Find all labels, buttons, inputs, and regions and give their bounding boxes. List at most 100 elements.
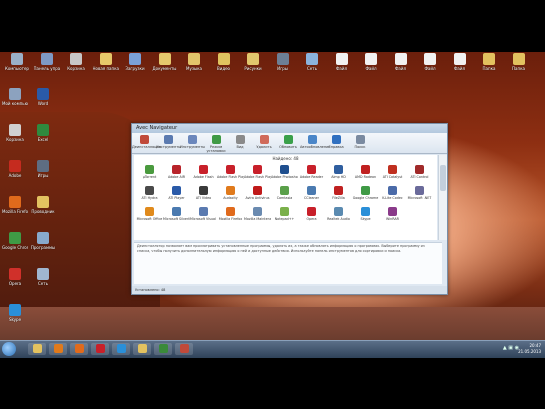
program-label: ATI Player [168, 196, 185, 200]
desktop-icon[interactable]: Мой компьютер [2, 88, 28, 106]
program-item[interactable]: ATI Hydra [136, 184, 163, 205]
program-item[interactable]: Adobe Photoshop [271, 163, 298, 184]
desktop-icon[interactable]: Корзина [63, 53, 89, 71]
taskbar-explorer-button[interactable] [28, 343, 46, 355]
toolbar-button[interactable]: Инструменты [180, 133, 205, 153]
program-label: Microsoft Silverlight [163, 217, 190, 221]
program-item[interactable]: Microsoft .NET [406, 184, 433, 205]
program-item[interactable]: Adobe Flash Player [217, 163, 244, 184]
program-item[interactable]: Adobe Reader [298, 163, 325, 184]
program-item[interactable]: Notepad++ [271, 205, 298, 226]
desktop-icon[interactable]: Документы [152, 53, 178, 71]
program-item[interactable]: CCleaner [298, 184, 325, 205]
toolbar-icon [259, 135, 269, 144]
program-item[interactable]: Microsoft Visual C++ [190, 205, 217, 226]
taskbar-opera-button[interactable] [91, 343, 109, 355]
desktop-icon[interactable]: Видео [211, 53, 237, 71]
desktop-icon[interactable]: Компьютер [4, 53, 30, 71]
toolbar-button[interactable]: Обновить [276, 133, 300, 153]
program-item[interactable]: Google Chrome [352, 184, 379, 205]
uninstaller-window[interactable]: Avec Navigateur Деинсталляция Инструменты… [131, 123, 448, 295]
desktop-icon-label: Файл [394, 66, 407, 71]
desktop-icon[interactable]: Файл [358, 53, 384, 71]
program-item[interactable]: ATI Player [163, 184, 190, 205]
taskbar-media-player-button[interactable] [49, 343, 67, 355]
desktop-icon[interactable]: Файл [447, 53, 473, 71]
taskbar-terminal-button[interactable] [154, 343, 172, 355]
program-item[interactable]: ATI Catalyst [379, 163, 406, 184]
taskbar-uninstaller-button[interactable] [175, 343, 193, 355]
desktop-icon[interactable]: Рисунки [240, 53, 266, 71]
program-item[interactable]: Opera [298, 205, 325, 226]
desktop-icon[interactable]: Файл [417, 53, 443, 71]
taskbar-firefox-button[interactable] [70, 343, 88, 355]
program-item[interactable]: WinRAR [379, 205, 406, 226]
toolbar-icon [139, 135, 149, 144]
program-item[interactable]: Mozilla Maintenance [244, 205, 271, 226]
desktop-icon[interactable]: Панель управления [34, 53, 60, 71]
toolbar-button[interactable]: Деинсталляция [132, 133, 161, 153]
program-item[interactable]: Skype [352, 205, 379, 226]
program-item[interactable]: Aimp HD [325, 163, 352, 184]
desktop-icon[interactable]: Игры [270, 53, 296, 71]
desktop-icon[interactable]: Загрузки [122, 53, 148, 71]
taskbar-skype-button[interactable] [112, 343, 130, 355]
program-item[interactable]: Mozilla Firefox [217, 205, 244, 226]
uninstaller-icon [179, 344, 189, 353]
desktop-icon[interactable]: Opera [2, 268, 28, 286]
desktop-icon[interactable]: Excel [30, 124, 56, 142]
taskbar-folder-button[interactable] [133, 343, 151, 355]
program-item[interactable]: K-Lite Codec [379, 184, 406, 205]
desktop-icon-label: Word [37, 101, 49, 106]
desktop-icon[interactable]: Google Chrome [2, 232, 28, 250]
desktop-icon[interactable]: Adobe [2, 160, 28, 178]
toolbar-button[interactable]: Режим установки [204, 133, 228, 153]
desktop-icon[interactable]: Word [30, 88, 56, 106]
program-item[interactable]: AMD Radeon [352, 163, 379, 184]
toolbar-button[interactable]: Поиск [348, 133, 372, 153]
program-item[interactable]: Audacity [217, 184, 244, 205]
toolbar-button[interactable]: Вид [228, 133, 252, 153]
program-item[interactable]: Camtasia [271, 184, 298, 205]
clock[interactable]: 20:47 21.05.2013 [518, 343, 541, 355]
program-item[interactable]: Adobe Flash Player [244, 163, 271, 184]
program-item[interactable]: μTorrent [136, 163, 163, 184]
program-item[interactable]: Realtek Audio [325, 205, 352, 226]
program-item[interactable]: FileZilla [325, 184, 352, 205]
program-icon [226, 186, 235, 195]
desktop-icon[interactable]: Skype [2, 304, 28, 322]
desktop-icon[interactable]: Файл [329, 53, 355, 71]
desktop-icon[interactable]: Проводник [30, 196, 56, 214]
start-button[interactable] [2, 342, 16, 356]
desktop-icon[interactable]: Папка [506, 53, 532, 71]
program-item[interactable]: Adobe Flash [190, 163, 217, 184]
program-item[interactable]: Adobe AIR [163, 163, 190, 184]
desktop-icon[interactable]: Файл [388, 53, 414, 71]
program-item[interactable]: ATI Video [190, 184, 217, 205]
toolbar-button[interactable]: Удалить [252, 133, 276, 153]
desktop-icon[interactable]: Новая папка [93, 53, 119, 71]
toolbar-button[interactable]: Инструменты [156, 133, 181, 153]
desktop-icon[interactable]: Папка [476, 53, 502, 71]
program-item[interactable]: ATI Control [406, 163, 433, 184]
desktop-icon[interactable]: Mozilla Firefox [2, 196, 28, 214]
program-label: Avira Antivirus [245, 196, 270, 200]
skype-icon [116, 344, 126, 353]
desktop-icon[interactable]: Сеть [299, 53, 325, 71]
desktop-icon[interactable]: Программы [30, 232, 56, 250]
tray-icons[interactable]: ▲ ▣ ◉ [503, 345, 519, 351]
desktop-icon[interactable]: Музыка [181, 53, 207, 71]
program-item[interactable]: Microsoft Silverlight [163, 205, 190, 226]
desktop-icon-image [247, 53, 259, 65]
toolbar-icon [331, 135, 341, 144]
program-item[interactable]: Microsoft Office [136, 205, 163, 226]
program-item[interactable]: Avira Antivirus [244, 184, 271, 205]
scrollbar[interactable] [438, 155, 447, 240]
program-label: Camtasia [276, 196, 293, 200]
toolbar-button[interactable]: Автообновление [300, 133, 331, 153]
desktop-icon[interactable]: Корзина [2, 124, 28, 142]
desktop-icon[interactable]: Сеть [30, 268, 56, 286]
desktop-icon[interactable]: Игры [30, 160, 56, 178]
scrollbar-thumb[interactable] [440, 165, 446, 191]
toolbar-button[interactable]: Справка [324, 133, 348, 153]
